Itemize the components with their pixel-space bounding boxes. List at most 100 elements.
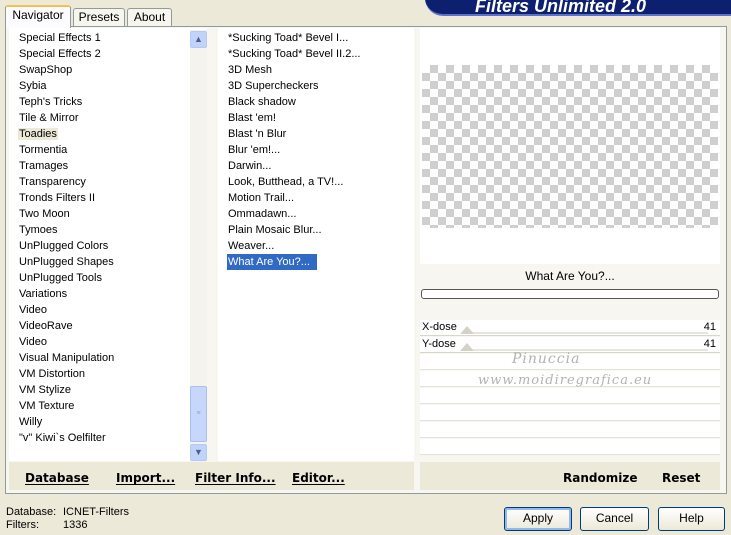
scroll-thumb[interactable]: ≡	[190, 386, 207, 442]
param-empty-row	[420, 439, 720, 455]
category-item-label: Sybia	[19, 80, 47, 92]
filter-list[interactable]: *Sucking Toad* Bevel I... *Sucking Toad* …	[218, 28, 414, 461]
category-item-label: Special Effects 1	[19, 32, 101, 44]
filter-item[interactable]: Look, Butthead, a TV!...	[218, 174, 344, 190]
filter-item[interactable]: Motion Trail...	[218, 190, 295, 206]
category-item[interactable]: Special Effects 2	[9, 46, 102, 62]
category-item-label: Transparency	[19, 176, 86, 188]
category-item[interactable]: Tormentia	[9, 142, 68, 158]
category-item[interactable]: Visual Manipulation	[9, 350, 115, 366]
category-item[interactable]: Willy	[9, 414, 43, 430]
filter-item[interactable]: Blur 'em!...	[218, 142, 281, 158]
filter-item-label: 3D Mesh	[228, 64, 273, 76]
category-item[interactable]: Tymoes	[9, 222, 59, 238]
param-empty-row	[420, 422, 720, 438]
filter-item[interactable]: Blast 'em!	[218, 110, 277, 126]
slider-track[interactable]	[462, 349, 708, 351]
category-item[interactable]: UnPlugged Colors	[9, 238, 109, 254]
category-item[interactable]: Tronds Filters II	[9, 190, 96, 206]
category-item[interactable]: Transparency	[9, 174, 87, 190]
editor-button[interactable]: Editor...	[292, 471, 345, 485]
filter-item[interactable]: Darwin...	[218, 158, 272, 174]
category-item-label: Toadies	[18, 128, 58, 140]
category-item-label: Tramages	[19, 160, 69, 172]
category-scrollbar[interactable]: ▲ ≡ ▼	[190, 30, 207, 462]
status-area: Database: ICNET-Filters Filters: 1336	[6, 506, 129, 532]
tab-presets[interactable]: Presets	[73, 8, 125, 27]
filter-item-label: *Sucking Toad* Bevel I...	[228, 32, 349, 44]
filter-item[interactable]: Plain Mosaic Blur...	[218, 222, 323, 238]
category-item[interactable]: VM Texture	[9, 398, 75, 414]
filter-item[interactable]: Blast 'n Blur	[218, 126, 287, 142]
filter-item[interactable]: Ommadawn...	[218, 206, 297, 222]
cancel-button[interactable]: Cancel	[580, 507, 649, 531]
category-item-label: Visual Manipulation	[19, 352, 115, 364]
filter-item[interactable]: 3D Mesh	[218, 62, 273, 78]
reset-button[interactable]: Reset	[662, 471, 700, 485]
category-item[interactable]: Sybia	[9, 78, 48, 94]
param-label: X-dose	[422, 321, 457, 333]
filter-item-label: Blur 'em!...	[228, 144, 281, 156]
category-item-label: Teph's Tricks	[19, 96, 83, 108]
filter-item[interactable]: *Sucking Toad* Bevel II.2...	[218, 46, 362, 62]
category-item[interactable]: VideoRave	[9, 318, 74, 334]
database-button[interactable]: Database	[25, 471, 89, 485]
filter-item-label: Weaver...	[228, 240, 275, 252]
watermark-url: www.moidiregrafica.eu	[478, 373, 653, 388]
category-item-label: "v" Kiwi`s Oelfilter	[19, 432, 106, 444]
database-value: ICNET-Filters	[63, 506, 129, 518]
randomize-button[interactable]: Randomize	[563, 471, 637, 485]
category-item[interactable]: Tile & Mirror	[9, 110, 79, 126]
category-item[interactable]: UnPlugged Shapes	[9, 254, 115, 270]
filter-item-label: Blast 'em!	[228, 112, 276, 124]
preview-button-bar: Randomize Reset	[420, 462, 720, 490]
scroll-down-button[interactable]: ▼	[190, 444, 207, 461]
category-item[interactable]: Teph's Tricks	[9, 94, 83, 110]
preview-pane	[420, 28, 720, 264]
category-item[interactable]: Variations	[9, 286, 68, 302]
slider-handle[interactable]	[460, 326, 474, 334]
category-item-label: Variations	[19, 288, 68, 300]
category-item[interactable]: VM Stylize	[9, 382, 72, 398]
filter-item[interactable]: *Sucking Toad* Bevel I...	[218, 30, 349, 46]
filter-info-button[interactable]: Filter Info...	[195, 471, 276, 485]
filter-item[interactable]: 3D Supercheckers	[218, 78, 320, 94]
category-item[interactable]: UnPlugged Tools	[9, 270, 103, 286]
filter-item[interactable]: Weaver...	[218, 238, 275, 254]
filter-item-label: Blast 'n Blur	[228, 128, 287, 140]
category-item[interactable]: Tramages	[9, 158, 69, 174]
param-x-dose[interactable]: X-dose 41	[420, 320, 720, 336]
tab-about[interactable]: About	[127, 8, 172, 27]
tab-navigator[interactable]: Navigator	[5, 5, 71, 28]
import-button[interactable]: Import...	[116, 471, 175, 485]
category-item-label: VideoRave	[19, 320, 73, 332]
category-item-label: VM Stylize	[19, 384, 71, 396]
filter-item-label: *Sucking Toad* Bevel II.2...	[228, 48, 361, 60]
category-item[interactable]: Video	[9, 334, 48, 350]
category-list[interactable]: Special Effects 1 Special Effects 2 SwapSh…	[9, 28, 207, 461]
filter-item[interactable]: What Are You?...	[218, 254, 317, 270]
category-item[interactable]: VM Distortion	[9, 366, 86, 382]
filter-item-label: What Are You?...	[227, 254, 317, 270]
category-item-label: Two Moon	[19, 208, 70, 220]
parameter-panel: X-dose 41 Y-dose 41	[420, 320, 720, 462]
filters-count: 1336	[63, 519, 88, 531]
scroll-up-button[interactable]: ▲	[190, 31, 207, 48]
category-item[interactable]: "v" Kiwi`s Oelfilter	[9, 430, 107, 446]
category-item[interactable]: SwapShop	[9, 62, 73, 78]
slider-handle[interactable]	[460, 343, 474, 351]
apply-button[interactable]: Apply	[504, 507, 572, 531]
param-empty-row	[420, 405, 720, 421]
category-item[interactable]: Video	[9, 302, 48, 318]
watermark-name: Pinuccia	[512, 351, 581, 367]
category-item[interactable]: Two Moon	[9, 206, 71, 222]
category-item-label: Special Effects 2	[19, 48, 101, 60]
category-item[interactable]: Special Effects 1	[9, 30, 102, 46]
slider-track[interactable]	[462, 332, 708, 334]
help-button[interactable]: Help	[658, 507, 725, 531]
category-item[interactable]: Toadies	[9, 126, 58, 142]
list-button-bar: Database Import... Filter Info... Editor…	[9, 462, 414, 490]
filters-label: Filters:	[6, 519, 39, 531]
param-empty-row	[420, 388, 720, 404]
filter-item[interactable]: Black shadow	[218, 94, 297, 110]
